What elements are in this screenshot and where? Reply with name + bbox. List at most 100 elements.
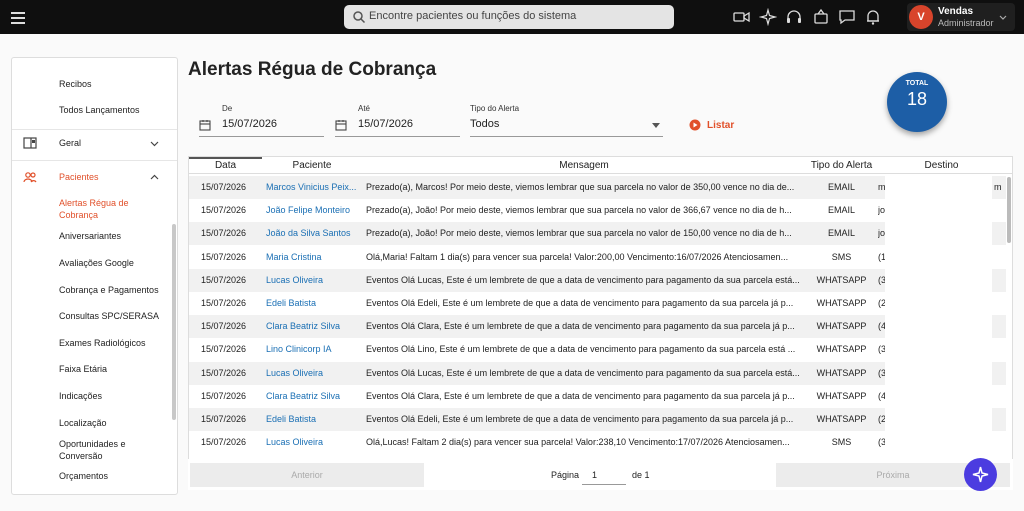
calendar-icon (335, 120, 347, 131)
calendar-icon (199, 120, 211, 131)
de-date-field[interactable]: 15/07/2026 (199, 115, 324, 137)
video-icon[interactable] (733, 8, 751, 26)
previous-button[interactable]: Anterior (190, 463, 424, 487)
bell-icon[interactable] (864, 8, 882, 26)
search-icon (353, 11, 366, 24)
sidebar-item-cobranca-pagamentos[interactable]: Cobrança e Pagamentos (59, 284, 159, 296)
announcement-icon[interactable] (812, 8, 830, 26)
cell-paciente[interactable]: João Felipe Monteiro (266, 205, 362, 215)
cell-paciente[interactable]: Lino Clinicorp IA (266, 344, 362, 354)
table-scrollbar[interactable] (1007, 177, 1011, 243)
cell-paciente[interactable]: Clara Beatriz Silva (266, 321, 362, 331)
table-row[interactable]: 15/07/2026 João Felipe Monteiro Prezado(a)… (189, 199, 1006, 222)
cell-data: 15/07/2026 (201, 274, 247, 285)
table-row[interactable]: 15/07/2026 Clara Beatriz Silva Eventos Olá… (189, 385, 1006, 408)
table-header: Data Paciente Mensagem Tipo do Alerta De… (189, 157, 1012, 174)
page-number-input[interactable]: 1 (582, 465, 626, 485)
cell-tipo: EMAIL (827, 182, 855, 192)
de-label: De (222, 104, 233, 113)
cell-data: 15/07/2026 (201, 182, 247, 192)
sidebar-item-indicacoes[interactable]: Indicações (59, 390, 102, 402)
sidebar-item-alertas-regua[interactable]: Alertas Régua de Cobrança (59, 197, 149, 221)
sidebar-item-orcamentos[interactable]: Orçamentos (59, 470, 108, 482)
global-search-input[interactable]: Encontre pacientes ou funções do sistema (344, 5, 674, 29)
table-row[interactable]: 15/07/2026 Maria Cristina Olá,Maria! Falta… (189, 246, 1006, 269)
sidebar-item-consultas-spc[interactable]: Consultas SPC/SERASA (59, 310, 159, 322)
table-row[interactable]: 15/07/2026 Lucas Oliveira Eventos Olá Luca… (189, 268, 1006, 292)
cell-paciente[interactable]: João da Silva Santos (266, 228, 362, 238)
tipo-alerta-select[interactable]: Todos (470, 115, 663, 137)
chevron-down-icon (999, 15, 1007, 20)
cell-paciente[interactable]: Clara Beatriz Silva (266, 391, 362, 401)
total-badge: TOTAL 18 (887, 72, 947, 132)
user-role: Administrador (938, 18, 994, 28)
cell-tipo: WHATSAPP (816, 414, 867, 424)
destino-column-mask (885, 175, 992, 455)
cell-mensagem: Eventos Olá Edeli, Este é um lembrete de… (366, 298, 794, 308)
sparkle-icon[interactable] (759, 8, 777, 26)
cell-tipo: WHATSAPP (816, 344, 867, 355)
sparkle-icon (972, 466, 989, 483)
cell-mensagem: Prezado(a), João! Por meio deste, viemos… (366, 228, 792, 239)
cell-paciente[interactable]: Edeli Batista (266, 414, 362, 424)
cell-mensagem: Olá,Lucas! Faltam 2 dia(s) para vencer s… (366, 437, 790, 448)
top-bar: Encontre pacientes ou funções do sistema… (0, 0, 1024, 34)
column-header-tipo[interactable]: Tipo do Alerta (804, 160, 879, 171)
user-name: Vendas (938, 6, 974, 17)
avatar: V (909, 5, 933, 29)
sidebar-item-recibos[interactable]: Recibos (59, 78, 92, 90)
search-placeholder: Encontre pacientes ou funções do sistema (369, 10, 577, 22)
column-header-paciente[interactable]: Paciente (262, 160, 362, 171)
page-title: Alertas Régua de Cobrança (188, 59, 437, 80)
cell-paciente[interactable]: Lucas Oliveira (266, 368, 362, 378)
sort-indicator (189, 157, 262, 159)
play-icon (689, 119, 701, 131)
user-menu[interactable]: V Vendas Administrador (907, 3, 1015, 31)
table-row[interactable]: 15/07/2026 Marcos Vinicius Peix... Prezado… (189, 176, 1006, 199)
column-header-data[interactable]: Data (189, 160, 262, 171)
sidebar-item-localizacao[interactable]: Localização (59, 417, 107, 429)
sidebar-group-geral[interactable]: Geral (12, 130, 177, 156)
table-row[interactable]: 15/07/2026 Edeli Batista Eventos Olá Edeli… (189, 408, 1006, 431)
hamburger-menu-icon[interactable] (11, 9, 25, 25)
cell-destino-end: m (994, 182, 1002, 192)
sidebar-item-todos-lancamentos[interactable]: Todos Lançamentos (59, 104, 140, 116)
cell-mensagem: Eventos Olá Edeli, Este é um lembrete de… (366, 414, 794, 424)
table-row[interactable]: 15/07/2026 Lino Clinicorp IA Eventos Olá L… (189, 338, 1006, 361)
cell-paciente[interactable]: Edeli Batista (266, 298, 362, 308)
column-header-mensagem[interactable]: Mensagem (364, 160, 804, 171)
sidebar-item-oportunidades[interactable]: Oportunidades e Conversão (59, 438, 139, 462)
sidebar-item-exames-radiologicos[interactable]: Exames Radiológicos (59, 337, 146, 349)
assistant-fab-button[interactable] (964, 458, 997, 491)
ate-date-value: 15/07/2026 (358, 118, 414, 130)
cell-paciente[interactable]: Maria Cristina (266, 252, 362, 262)
cell-mensagem: Prezado(a), João! Por meio deste, viemos… (366, 205, 792, 216)
column-header-destino[interactable]: Destino (879, 160, 1004, 171)
cell-mensagem: Eventos Olá Lucas, Este é um lembrete de… (366, 367, 800, 378)
headset-icon[interactable] (785, 8, 803, 26)
table-row[interactable]: 15/07/2026 Lucas Oliveira Olá,Lucas! Falta… (189, 431, 1006, 454)
sidebar-item-faixa-etaria[interactable]: Faixa Etária (59, 363, 107, 375)
sidebar-scrollbar[interactable] (172, 224, 176, 420)
table-row[interactable]: 15/07/2026 Lucas Oliveira Eventos Olá Luca… (189, 361, 1006, 385)
users-icon (23, 172, 37, 183)
cell-paciente[interactable]: Marcos Vinicius Peix... (266, 182, 362, 192)
cell-mensagem: Eventos Olá Clara, Este é um lembrete de… (366, 321, 795, 332)
sidebar-item-avaliacoes-google[interactable]: Avaliações Google (59, 257, 134, 269)
cell-paciente[interactable]: Lucas Oliveira (266, 437, 362, 447)
sidebar-item-aniversariantes[interactable]: Aniversariantes (59, 230, 121, 242)
page-count: de 1 (632, 470, 650, 480)
chevron-down-icon (150, 141, 159, 147)
ate-date-field[interactable]: 15/07/2026 (335, 115, 460, 137)
cell-mensagem: Eventos Olá Lino, Este é um lembrete de … (366, 344, 796, 355)
table-row[interactable]: 15/07/2026 Clara Beatriz Silva Eventos Olá… (189, 315, 1006, 339)
sidebar: Recibos Todos Lançamentos Geral Paciente… (11, 57, 178, 495)
cell-data: 15/07/2026 (201, 414, 247, 424)
chat-icon[interactable] (838, 8, 856, 26)
table-row[interactable]: 15/07/2026 Edeli Batista Eventos Olá Edeli… (189, 292, 1006, 315)
total-value: 18 (906, 89, 928, 109)
cell-paciente[interactable]: Lucas Oliveira (266, 275, 362, 285)
cell-tipo: EMAIL (827, 228, 855, 239)
sidebar-group-pacientes[interactable]: Pacientes (12, 164, 177, 190)
table-row[interactable]: 15/07/2026 João da Silva Santos Prezado(a)… (189, 222, 1006, 246)
